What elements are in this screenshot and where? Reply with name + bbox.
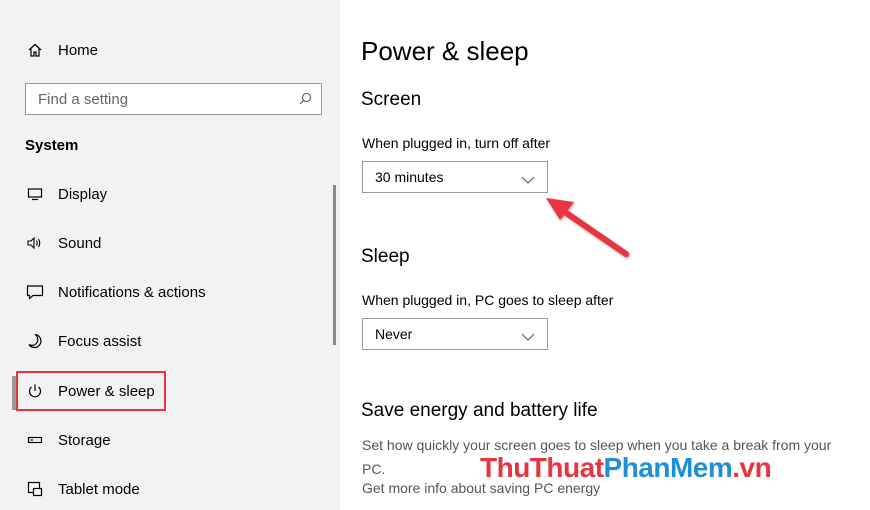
sidebar-item-display[interactable]: Display xyxy=(15,174,107,214)
chevron-down-icon xyxy=(521,329,535,341)
sidebar-item-label: Home xyxy=(58,41,99,59)
sidebar: Home System Display Sound Notifications … xyxy=(0,0,340,510)
sidebar-item-label: Storage xyxy=(58,431,111,449)
sidebar-item-notifications[interactable]: Notifications & actions xyxy=(15,272,206,312)
sleep-timeout-dropdown[interactable]: Never xyxy=(362,318,548,350)
moon-icon xyxy=(24,330,46,352)
red-arrow-annotation xyxy=(546,198,629,257)
sidebar-item-home[interactable]: Home xyxy=(15,30,98,70)
tablet-icon xyxy=(24,478,46,500)
display-icon xyxy=(24,183,46,205)
sidebar-item-label: Focus assist xyxy=(58,332,142,350)
notifications-icon xyxy=(24,281,46,303)
screen-plugged-label: When plugged in, turn off after xyxy=(362,135,551,151)
sidebar-item-storage[interactable]: Storage xyxy=(15,420,111,460)
sleep-heading: Sleep xyxy=(361,246,410,267)
screen-heading: Screen xyxy=(361,89,422,110)
page-title: Power & sleep xyxy=(361,36,529,66)
search-box xyxy=(25,83,322,115)
watermark-part1: ThuThuat xyxy=(480,452,604,483)
scrollbar[interactable] xyxy=(333,185,336,345)
sidebar-item-label: Display xyxy=(58,185,108,203)
sidebar-item-tablet-mode[interactable]: Tablet mode xyxy=(15,469,140,509)
sleep-plugged-label: When plugged in, PC goes to sleep after xyxy=(362,292,614,308)
sidebar-item-label: Notifications & actions xyxy=(58,283,206,301)
search-icon[interactable] xyxy=(297,91,313,107)
save-energy-heading: Save energy and battery life xyxy=(361,400,598,421)
chevron-down-icon xyxy=(521,172,535,184)
watermark: ThuThuatPhanMem.vn xyxy=(480,452,772,484)
dropdown-value: 30 minutes xyxy=(375,169,444,185)
home-icon xyxy=(24,39,46,61)
section-title: System xyxy=(25,137,79,154)
search-input[interactable] xyxy=(38,90,278,108)
sidebar-item-label: Tablet mode xyxy=(58,480,140,498)
storage-icon xyxy=(24,429,46,451)
sidebar-item-sound[interactable]: Sound xyxy=(15,223,101,263)
dropdown-value: Never xyxy=(375,326,413,342)
sidebar-item-label: Sound xyxy=(58,234,102,252)
sound-icon xyxy=(24,232,46,254)
sidebar-item-focus-assist[interactable]: Focus assist xyxy=(15,321,141,361)
screen-timeout-dropdown[interactable]: 30 minutes xyxy=(362,161,548,193)
highlight-box xyxy=(16,371,166,411)
watermark-part3: .vn xyxy=(732,452,772,483)
watermark-part2: PhanMem xyxy=(603,452,733,483)
